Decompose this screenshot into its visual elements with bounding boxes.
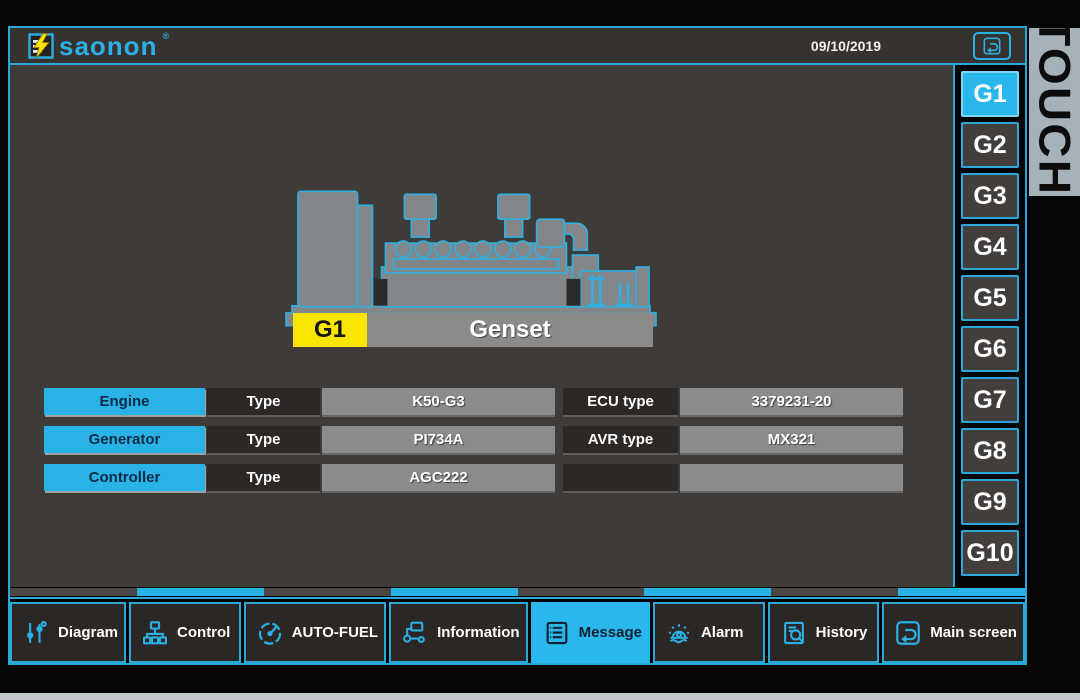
divider-line <box>10 597 1025 599</box>
nav-button-control[interactable]: Control <box>129 602 241 663</box>
spec-key-cell: Type <box>207 426 320 453</box>
header-bar: saonon ® 09/10/2019 <box>10 28 1025 65</box>
date-display: 09/10/2019 <box>811 38 881 54</box>
divider-segment <box>771 588 898 596</box>
body-row: G1 Genset EngineTypeK50-G3GeneratorTypeP… <box>10 65 1025 587</box>
bezel-touch-label: TOUCH <box>1029 28 1080 196</box>
nav-button-label: Main screen <box>930 624 1017 641</box>
gen-button-g6[interactable]: G6 <box>961 326 1019 372</box>
gen-button-g5[interactable]: G5 <box>961 275 1019 321</box>
spec-key-cell: Type <box>207 388 320 415</box>
brand-name: saonon <box>59 33 157 59</box>
return-icon <box>893 618 923 648</box>
nav-button-history[interactable]: History <box>768 602 880 663</box>
nav-button-auto-fuel[interactable]: AUTO-FUEL <box>244 602 386 663</box>
spec-value-cell: MX321 <box>680 426 903 453</box>
nav-button-label: AUTO-FUEL <box>292 624 378 641</box>
divider-segment <box>644 588 771 596</box>
spec-table-right: ECU type3379231-20AVR typeMX321 <box>563 388 903 502</box>
spec-table-left: EngineTypeK50-G3GeneratorTypePI734AContr… <box>44 388 555 502</box>
spec-value-cell <box>680 464 903 491</box>
nav-button-diagram[interactable]: Diagram <box>10 602 126 663</box>
generator-selector: G1 G2 G3 G4 G5 G6 G7 G8 G9 G10 <box>953 65 1025 587</box>
return-button[interactable] <box>973 32 1011 60</box>
return-icon <box>981 36 1003 56</box>
spec-row: GeneratorTypePI734A <box>44 426 555 453</box>
divider-segment <box>518 588 645 596</box>
nav-button-main-screen[interactable]: Main screen <box>882 602 1025 663</box>
spec-value-cell: K50-G3 <box>322 388 555 415</box>
divider-segment <box>264 588 391 596</box>
registered-mark: ® <box>162 31 169 41</box>
divider-segment <box>898 588 1025 596</box>
main-panel: G1 Genset EngineTypeK50-G3GeneratorTypeP… <box>10 65 953 587</box>
brand-logo-icon <box>28 33 54 59</box>
spec-row: AVR typeMX321 <box>563 426 903 453</box>
divider-strip <box>10 588 1025 596</box>
nav-button-label: Information <box>437 624 520 641</box>
divider-segment <box>391 588 518 596</box>
spec-value-cell: AGC222 <box>322 464 555 491</box>
genset-image <box>282 179 660 331</box>
nav-button-information[interactable]: Information <box>389 602 528 663</box>
touch-label-text: TOUCH <box>1029 28 1080 196</box>
message-icon <box>542 618 572 648</box>
nav-button-label: Diagram <box>58 624 118 641</box>
autofuel-icon <box>255 618 285 648</box>
history-icon <box>779 618 809 648</box>
information-icon <box>400 618 430 648</box>
bezel-bottom <box>0 693 1080 700</box>
diagram-icon <box>21 618 51 648</box>
control-icon <box>140 618 170 648</box>
app-frame: saonon ® 09/10/2019 <box>8 26 1027 665</box>
gen-button-g3[interactable]: G3 <box>961 173 1019 219</box>
spec-row: ControllerTypeAGC222 <box>44 464 555 491</box>
gen-button-g1[interactable]: G1 <box>961 71 1019 117</box>
spec-key-cell: ECU type <box>563 388 678 415</box>
gen-button-g9[interactable]: G9 <box>961 479 1019 525</box>
divider-segment <box>137 588 264 596</box>
nav-button-message[interactable]: Message <box>531 602 650 663</box>
component-label-button[interactable]: Controller <box>44 464 205 491</box>
brand-logo: saonon ® <box>28 33 169 59</box>
spec-key-cell: Type <box>207 464 320 491</box>
alarm-icon <box>664 618 694 648</box>
nav-button-label: History <box>816 624 868 641</box>
hmi-screen: TOUCH saonon ® 09/10/2019 <box>0 0 1080 700</box>
component-label-button[interactable]: Engine <box>44 388 205 415</box>
unit-id-badge: G1 <box>293 313 367 347</box>
spec-key-cell: AVR type <box>563 426 678 453</box>
bottom-nav: Diagram Control AUTO-FUEL Information Messag… <box>10 602 1025 663</box>
unit-name-label: Genset <box>367 313 653 347</box>
gen-button-g8[interactable]: G8 <box>961 428 1019 474</box>
component-label-button[interactable]: Generator <box>44 426 205 453</box>
spec-row <box>563 464 903 491</box>
spec-key-cell <box>563 464 678 491</box>
spec-row: EngineTypeK50-G3 <box>44 388 555 415</box>
gen-button-g2[interactable]: G2 <box>961 122 1019 168</box>
nav-button-alarm[interactable]: Alarm <box>653 602 765 663</box>
gen-button-g4[interactable]: G4 <box>961 224 1019 270</box>
spec-value-cell: PI734A <box>322 426 555 453</box>
unit-label-row: G1 Genset <box>293 313 653 347</box>
gen-button-g10[interactable]: G10 <box>961 530 1019 576</box>
divider-segment <box>10 588 137 596</box>
nav-button-label: Alarm <box>701 624 744 641</box>
spec-row: ECU type3379231-20 <box>563 388 903 415</box>
gen-button-g7[interactable]: G7 <box>961 377 1019 423</box>
nav-button-label: Message <box>579 624 642 641</box>
nav-button-label: Control <box>177 624 230 641</box>
spec-value-cell: 3379231-20 <box>680 388 903 415</box>
